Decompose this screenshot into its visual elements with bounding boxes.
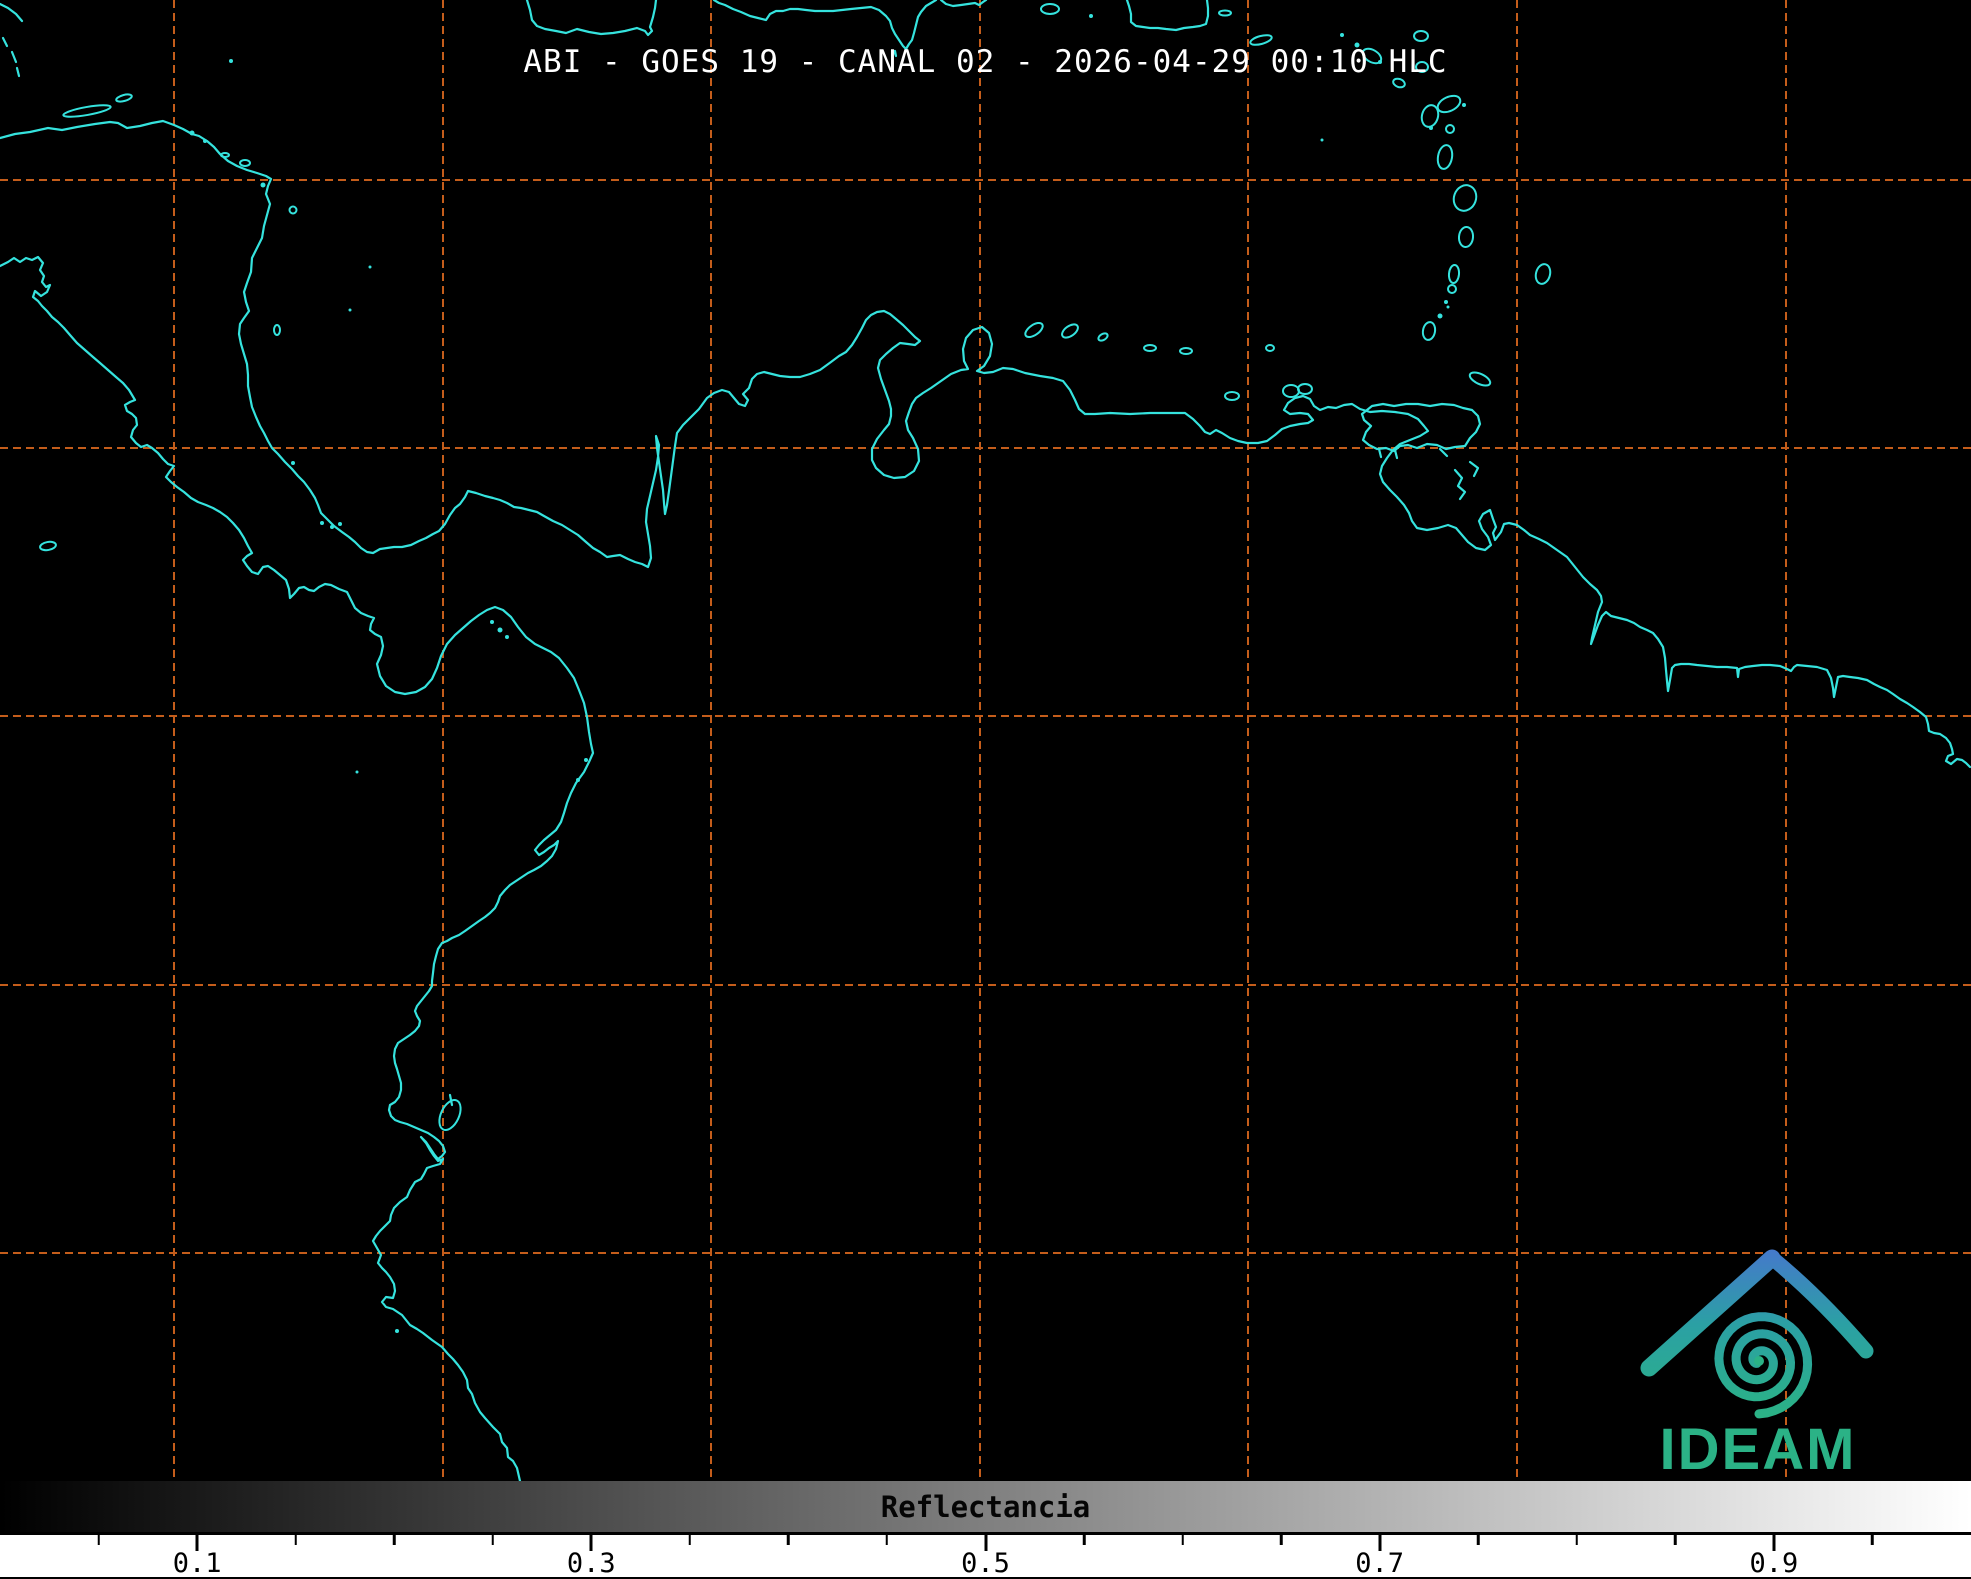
colorbar-minor-tick — [1181, 1535, 1184, 1545]
colorbar-minor-tick — [886, 1535, 889, 1545]
island-outline — [1446, 125, 1454, 133]
islet-dot — [576, 778, 580, 782]
island-outline — [1041, 4, 1059, 14]
colorbar-tick-label: 0.1 — [173, 1548, 222, 1579]
islet-dot — [395, 1329, 399, 1333]
island-outline — [1219, 11, 1231, 16]
colorbar-minor-tick — [1280, 1535, 1283, 1545]
island-outline — [1448, 285, 1456, 293]
islet-dot — [584, 758, 588, 762]
island-outline — [1023, 320, 1045, 340]
honduras-corner-fragment-1 — [0, 4, 22, 21]
jamaica-coast — [527, 0, 656, 35]
islet-dot — [498, 628, 503, 633]
colorbar-tick-label: 0.3 — [567, 1548, 616, 1579]
island-outline — [1458, 226, 1474, 247]
islet-dot — [320, 521, 324, 525]
colorbar-minor-tick — [787, 1535, 790, 1545]
islet-dot — [369, 266, 372, 269]
islet-dot — [1089, 14, 1093, 18]
colorbar-label: Reflectancia — [881, 1490, 1091, 1524]
colorbar-minor-tick — [1674, 1535, 1677, 1545]
colorbar-minor-tick — [1871, 1535, 1874, 1545]
islet-dot — [356, 771, 359, 774]
islet-dot — [490, 620, 494, 624]
islet-dot — [338, 522, 342, 526]
colorbar-minor-tick — [393, 1535, 396, 1545]
islet-dot — [203, 139, 207, 143]
colorbar-tick-label: 0.7 — [1355, 1548, 1404, 1579]
island-outline — [1180, 348, 1192, 354]
island-outline — [1435, 93, 1463, 116]
colorbar-minor-tick — [97, 1535, 100, 1545]
logo-hurricane-spiral — [1719, 1317, 1808, 1414]
islet-dot — [1444, 300, 1448, 304]
island-outline — [1436, 144, 1454, 170]
map-svg — [0, 0, 1971, 1481]
hispaniola-south-coast — [714, 0, 936, 49]
island-outline — [1468, 370, 1492, 388]
colorbar-tick-strip: 0.1 0.3 0.5 0.7 0.9 — [0, 1535, 1971, 1577]
islet-dot — [1438, 314, 1443, 319]
caribbean-mainland-coast — [0, 121, 1970, 767]
island-outline — [115, 93, 132, 103]
island-outline — [1414, 31, 1428, 41]
colorbar-tick-label: 0.5 — [961, 1548, 1010, 1579]
islet-dot — [291, 461, 295, 465]
island-outline — [274, 325, 280, 335]
island-outline — [1266, 345, 1274, 351]
islet-dot — [261, 183, 266, 188]
islet-dot — [1462, 103, 1466, 107]
map-title: ABI - GOES 19 - CANAL 02 - 2026-04-29 00… — [0, 44, 1971, 80]
island-outline — [1060, 322, 1080, 341]
island-outline — [1097, 332, 1109, 342]
islet-dot — [330, 525, 334, 529]
reflectance-colorbar: Reflectancia — [0, 1481, 1971, 1532]
island-outline — [435, 1097, 465, 1134]
colorbar-minor-tick — [294, 1535, 297, 1545]
ideam-logo-text: IDEAM — [1660, 1416, 1857, 1481]
islet-dot — [1447, 306, 1450, 309]
colorbar-minor-tick — [492, 1535, 495, 1545]
island-outline — [240, 160, 250, 166]
colorbar-minor-tick — [1083, 1535, 1086, 1545]
islet-dot — [190, 131, 195, 136]
puerto-rico-south-coast — [1127, 0, 1208, 30]
island-outline — [1450, 182, 1480, 214]
island-outline — [63, 103, 112, 119]
pacific-mainland-coast — [0, 257, 593, 1481]
colorbar-minor-tick — [689, 1535, 692, 1545]
colorbar-minor-tick — [1477, 1535, 1480, 1545]
island-outline — [1534, 263, 1553, 286]
orinoco-delta-marks-2 — [1470, 462, 1478, 476]
islet-dot — [1321, 139, 1324, 142]
colorbar-minor-tick — [1576, 1535, 1579, 1545]
satellite-map: ABI - GOES 19 - CANAL 02 - 2026-04-29 00… — [0, 0, 1971, 1481]
logo-spiral-eye — [1754, 1356, 1764, 1366]
island-outline — [39, 541, 56, 552]
island-outline — [1144, 345, 1156, 351]
island-outline — [1298, 384, 1312, 394]
islet-dot — [1340, 33, 1344, 37]
orinoco-delta-marks-1 — [1455, 470, 1465, 499]
colorbar-tick-label: 0.9 — [1750, 1548, 1799, 1579]
islet-dot — [1429, 126, 1433, 130]
islet-dot — [349, 309, 352, 312]
island-outline — [1283, 385, 1299, 397]
island-outline — [1448, 265, 1460, 284]
islet-dot — [505, 635, 509, 639]
island-outline — [290, 207, 297, 214]
island-outline — [1225, 392, 1239, 400]
island-outline — [1422, 321, 1437, 341]
